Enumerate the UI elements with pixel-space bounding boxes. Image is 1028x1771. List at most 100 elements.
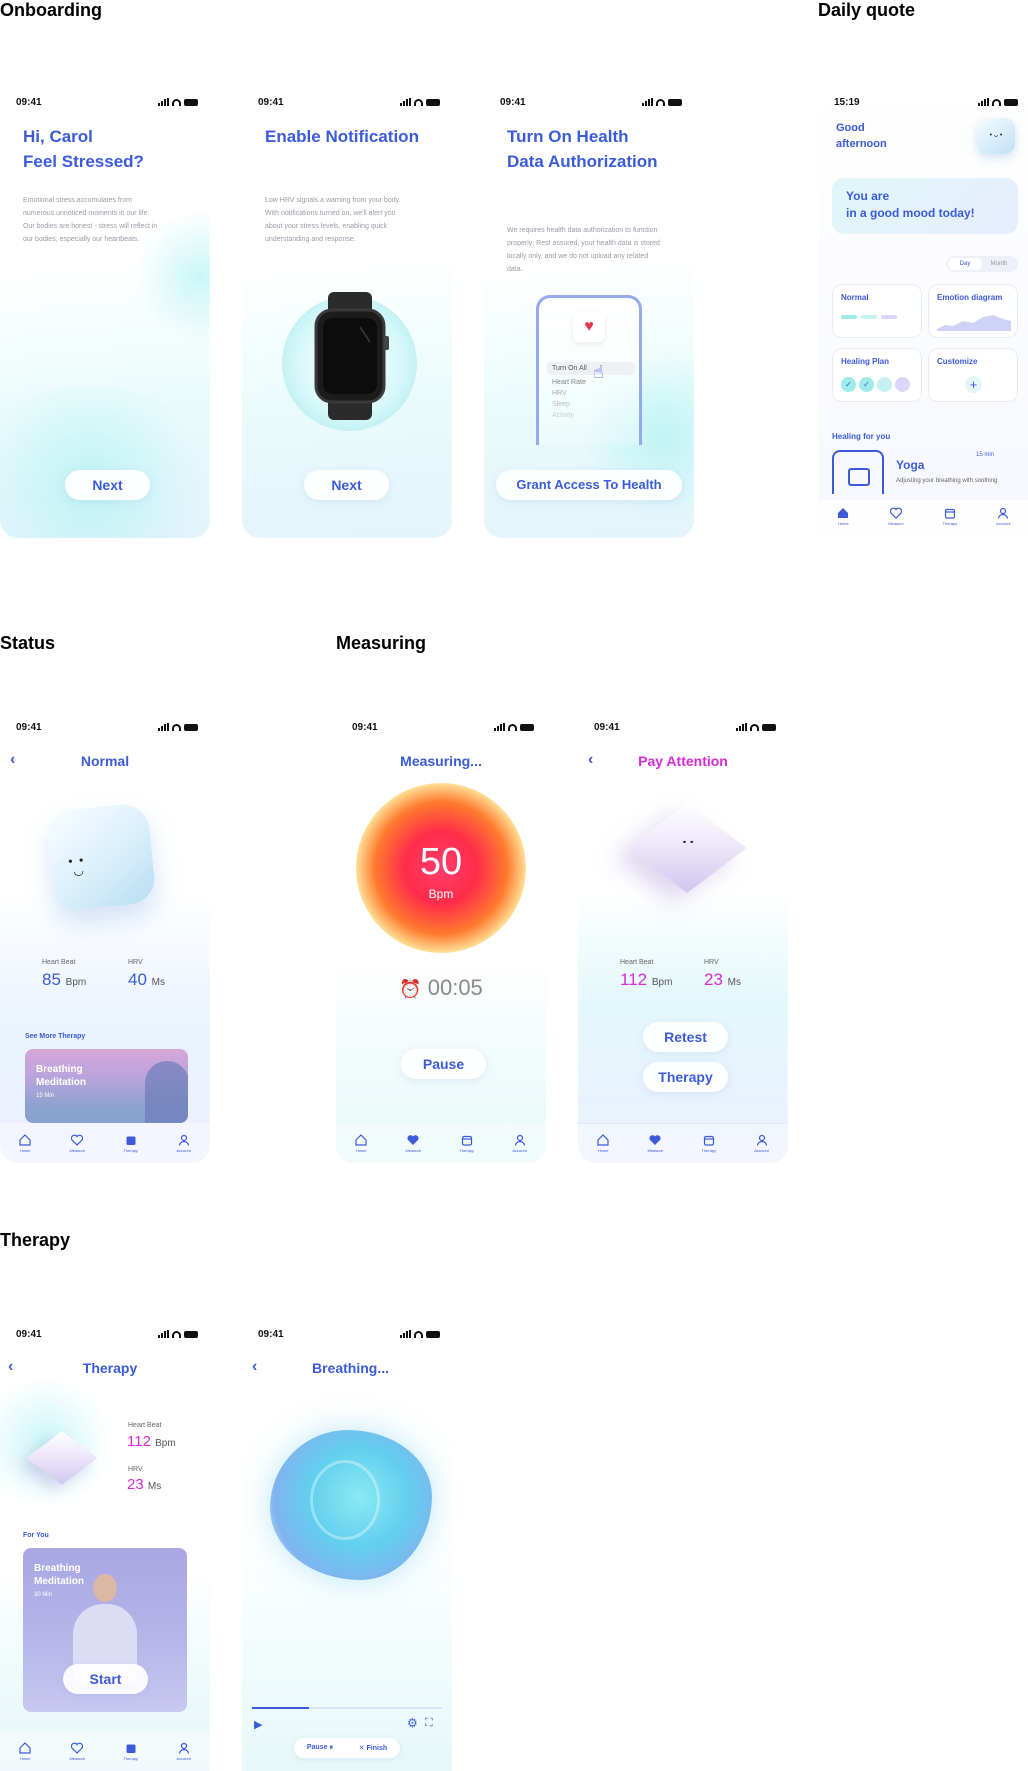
tab-measure[interactable]: Measure — [69, 1742, 85, 1761]
description-text: Emotional stress accumulates from numero… — [23, 197, 158, 243]
level-bars — [841, 315, 897, 319]
metric-unit: Ms — [147, 1481, 162, 1492]
toggle-day[interactable]: Day — [948, 258, 982, 270]
tab-therapy[interactable]: Therapy — [943, 507, 957, 526]
pause-label: Pause — [306, 1744, 328, 1751]
home-icon — [19, 1741, 31, 1754]
back-chevron-icon[interactable]: ‹ — [252, 1358, 257, 1376]
healing-plan-card[interactable]: Healing Plan ✓ ✓ — [832, 348, 922, 402]
tab-therapy[interactable]: Therapy — [123, 1134, 138, 1153]
therapy-button[interactable]: Therapy — [643, 1062, 728, 1092]
timer-value: 00:05 — [427, 975, 483, 1000]
title-line: Feel Stressed? — [23, 152, 144, 171]
tab-account[interactable]: Account — [754, 1134, 769, 1153]
home-icon — [838, 507, 849, 518]
health-option[interactable]: HRV — [547, 386, 635, 397]
turn-on-all-toggle[interactable]: Turn On All — [547, 362, 635, 375]
customize-card[interactable]: Customize + — [928, 348, 1018, 402]
tab-measure[interactable]: Measure — [647, 1134, 663, 1153]
status-time: 09:41 — [16, 1328, 42, 1340]
tab-label: Measure — [69, 1147, 86, 1153]
home-icon — [597, 1134, 609, 1146]
status-bar: 09:41 — [594, 721, 776, 733]
signal-icon — [400, 1330, 411, 1338]
page-title: Normal — [80, 753, 130, 769]
next-button[interactable]: Next — [304, 470, 389, 500]
tab-label: Home — [19, 1755, 31, 1761]
next-button[interactable]: Next — [65, 470, 150, 500]
start-button[interactable]: Start — [63, 1664, 148, 1694]
heart-icon — [71, 1134, 84, 1146]
meditation-card[interactable]: Breathing Meditation 30 Min Start — [23, 1548, 187, 1712]
tab-label: Therapy — [701, 1148, 717, 1153]
tab-label: Account — [754, 1148, 769, 1153]
status-bar: 15:19 — [834, 96, 1018, 108]
calendar-icon — [461, 1135, 472, 1146]
tab-therapy[interactable]: Therapy — [459, 1134, 474, 1153]
breathing-orb-image — [270, 1430, 432, 1580]
toggle-month[interactable]: Month — [982, 258, 1016, 270]
section-title-onboarding: Onboarding — [0, 0, 102, 20]
tab-label: Measure — [647, 1148, 664, 1153]
tab-home[interactable]: Home — [19, 1741, 31, 1761]
see-more-therapy-link[interactable]: See More Therapy — [25, 1033, 85, 1040]
home-icon — [19, 1133, 31, 1146]
tab-therapy[interactable]: Therapy — [123, 1742, 138, 1761]
calendar-icon — [126, 1136, 136, 1145]
wifi-icon — [992, 98, 1001, 106]
pending-dot-icon — [895, 377, 910, 392]
person-icon — [514, 1134, 525, 1146]
tab-account[interactable]: Account — [512, 1134, 527, 1153]
fullscreen-icon[interactable]: ⛶ — [425, 1717, 433, 1730]
hrv-value: 23 Ms — [704, 970, 741, 990]
metric-number: 112 — [620, 970, 648, 989]
metric-number: 23 — [704, 970, 723, 989]
yoga-duration: 15 min — [976, 452, 995, 458]
tab-measure[interactable]: Measure — [888, 507, 904, 526]
pause-control[interactable]: Pause ⏸ — [307, 1744, 333, 1752]
tab-home[interactable]: Home — [597, 1134, 609, 1153]
health-option[interactable]: Sleep — [547, 397, 635, 408]
emotion-diagram-card[interactable]: Emotion diagram — [928, 284, 1018, 338]
plus-icon[interactable]: + — [965, 376, 982, 393]
tab-account[interactable]: Account — [176, 1134, 191, 1153]
status-time: 09:41 — [258, 1328, 284, 1340]
pause-button[interactable]: Pause — [401, 1049, 486, 1079]
tab-therapy[interactable]: Therapy — [701, 1134, 716, 1153]
health-option[interactable]: Heart Rate — [547, 375, 635, 386]
tab-measure[interactable]: Measure — [405, 1134, 421, 1153]
card-title: Breathing Meditation — [36, 1063, 86, 1089]
signal-icon — [736, 723, 747, 731]
tab-home[interactable]: Home — [355, 1133, 367, 1153]
tab-label: Therapy — [459, 1147, 475, 1153]
health-options-list: Turn On All Heart Rate HRV Sleep Activit… — [547, 362, 635, 419]
play-icon[interactable]: ▶ — [254, 1718, 262, 1731]
yoga-card[interactable]: Yoga Adjusting your breathing with sooth… — [832, 450, 1018, 494]
phone-mockup: ♥ Turn On All Heart Rate HRV Sleep Activ… — [536, 295, 642, 445]
pause-icon: ⏸ — [329, 1744, 333, 1751]
section-title-daily-quote: Daily quote — [818, 0, 916, 20]
page-title: Pay Attention — [638, 753, 728, 769]
tab-measure[interactable]: Measure — [69, 1134, 85, 1153]
tab-account[interactable]: Account — [176, 1742, 191, 1761]
therapy-card[interactable]: Breathing Meditation 15 Min — [25, 1049, 188, 1123]
metric-number: 23 — [127, 1476, 144, 1493]
mood-card: You are in a good mood today! — [832, 178, 1018, 234]
tab-account[interactable]: Account — [996, 507, 1011, 526]
page-title: Hi, Carol Feel Stressed? — [23, 124, 144, 174]
page-title: Therapy — [82, 1360, 138, 1376]
grant-access-button[interactable]: Grant Access To Health — [496, 470, 682, 500]
finish-control[interactable]: ✕ Finish — [359, 1744, 387, 1752]
healing-for-you-label: Healing for you — [832, 432, 891, 441]
heart-beat-value: 112 Bpm — [620, 970, 672, 990]
status-time: 09:41 — [16, 721, 42, 733]
progress-track[interactable] — [252, 1707, 442, 1709]
health-option[interactable]: Activity — [547, 408, 635, 419]
settings-gear-icon[interactable]: ⚙ — [407, 1716, 418, 1730]
heart-beat-label: Heart Beat — [42, 959, 76, 966]
card-title-line: Meditation — [34, 1576, 84, 1587]
tab-home[interactable]: Home — [837, 507, 849, 526]
retest-button[interactable]: Retest — [643, 1022, 728, 1052]
tab-home[interactable]: Home — [19, 1133, 31, 1153]
normal-card[interactable]: Normal — [832, 284, 922, 338]
